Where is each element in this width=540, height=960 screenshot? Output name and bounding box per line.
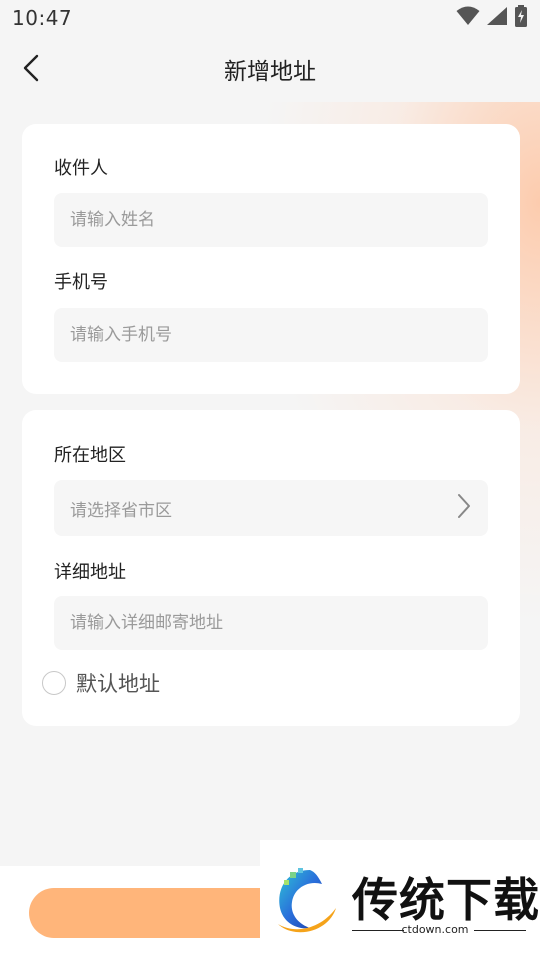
back-button[interactable] [12,50,52,90]
watermark: 传统下载 ctdown.com [260,840,540,960]
battery-icon [514,5,528,31]
recipient-name-input[interactable] [54,193,488,247]
chevron-left-icon [21,53,43,87]
watermark-title: 传统下载 [352,873,540,927]
ctdown-logo-icon [270,864,346,936]
watermark-subtitle: ctdown.com [401,923,469,936]
watermark-divider-left [352,930,404,931]
status-time: 10:47 [12,6,73,30]
recipient-label: 收件人 [54,158,108,179]
region-label: 所在地区 [54,445,126,466]
chevron-right-icon [456,492,472,524]
default-address-label: 默认地址 [76,672,160,696]
detail-address-label: 详细地址 [54,562,126,583]
region-select[interactable]: 请选择省市区 [54,480,488,536]
default-address-radio[interactable] [42,671,66,695]
phone-label: 手机号 [54,272,108,293]
nav-bar: 新增地址 [0,36,540,102]
region-placeholder: 请选择省市区 [70,500,172,521]
wifi-icon [456,6,480,30]
default-address-toggle[interactable]: 默认地址 [42,668,160,698]
address-card: 所在地区 请选择省市区 详细地址 默认地址 [22,410,520,726]
detail-address-input[interactable] [54,596,488,650]
status-bar: 10:47 [0,0,540,36]
system-icons [456,5,528,31]
contact-card: 收件人 手机号 [22,124,520,394]
page-title: 新增地址 [224,59,316,85]
phone-input[interactable] [54,308,488,362]
watermark-divider-right [474,930,526,931]
signal-icon [486,6,508,30]
